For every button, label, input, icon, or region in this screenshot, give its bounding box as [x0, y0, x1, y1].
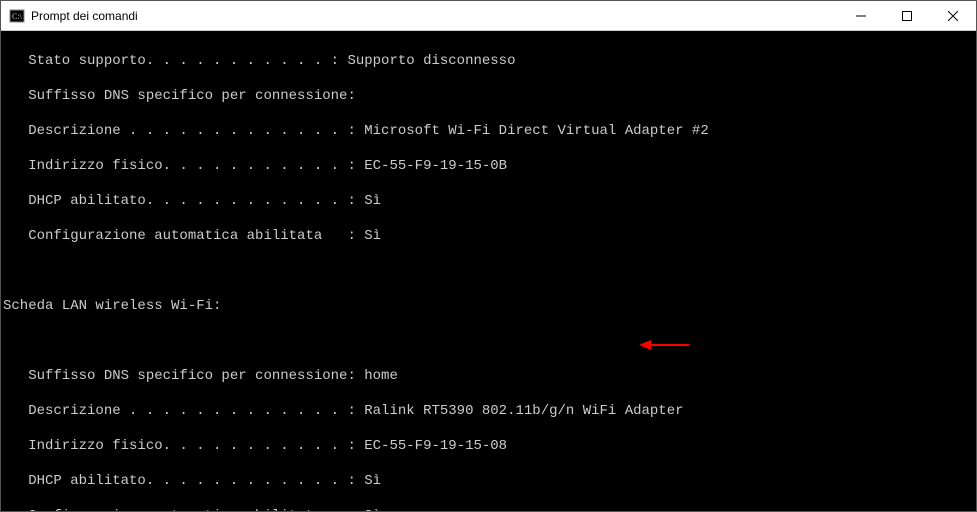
- output-line: Descrizione . . . . . . . . . . . . . : …: [3, 123, 974, 141]
- output-line: Configurazione automatica abilitata : Sì: [3, 228, 974, 246]
- output-line: Configurazione automatica abilitata : Sì: [3, 508, 974, 512]
- blank-line: [3, 263, 974, 281]
- output-line: Indirizzo fisico. . . . . . . . . . . : …: [3, 438, 974, 456]
- close-button[interactable]: [930, 1, 976, 30]
- section-header: Scheda LAN wireless Wi-Fi:: [3, 298, 974, 316]
- output-line: Suffisso DNS specifico per connessione:: [3, 88, 974, 106]
- titlebar[interactable]: C:\ Prompt dei comandi: [1, 1, 976, 31]
- output-line: Indirizzo fisico. . . . . . . . . . . : …: [3, 158, 974, 176]
- window-controls: [838, 1, 976, 30]
- terminal-output[interactable]: Stato supporto. . . . . . . . . . . : Su…: [1, 31, 976, 511]
- minimize-button[interactable]: [838, 1, 884, 30]
- svg-text:C:\: C:\: [12, 12, 23, 21]
- output-line: DHCP abilitato. . . . . . . . . . . . : …: [3, 193, 974, 211]
- blank-line: [3, 333, 974, 351]
- output-line: Stato supporto. . . . . . . . . . . : Su…: [3, 53, 974, 71]
- cmd-icon: C:\: [9, 8, 25, 24]
- window-title: Prompt dei comandi: [31, 9, 838, 23]
- output-line: Suffisso DNS specifico per connessione: …: [3, 368, 974, 386]
- output-line: DHCP abilitato. . . . . . . . . . . . : …: [3, 473, 974, 491]
- maximize-button[interactable]: [884, 1, 930, 30]
- command-prompt-window: C:\ Prompt dei comandi Stato supporto. .…: [0, 0, 977, 512]
- output-line: Descrizione . . . . . . . . . . . . . : …: [3, 403, 974, 421]
